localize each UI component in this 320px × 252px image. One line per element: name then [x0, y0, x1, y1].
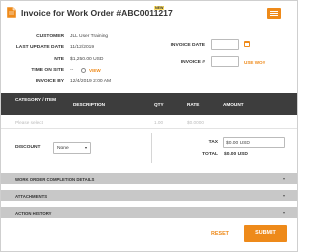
discount-select[interactable]: None — [53, 142, 91, 154]
discount-label: DISCOUNT — [15, 145, 41, 150]
nte-value: $1,250.00 USD — [70, 57, 104, 62]
chevron-down-icon — [283, 195, 285, 197]
submit-button[interactable]: SUBMIT — [244, 225, 287, 242]
tax-input[interactable]: $0.00 USD — [223, 137, 285, 148]
invoice-date-label: INVOICE DATE — [170, 43, 205, 48]
invoice-number-label: INVOICE # — [180, 60, 205, 65]
hamburger-menu-icon[interactable] — [267, 8, 281, 19]
divider — [151, 133, 152, 163]
time-on-site-value: -- — [70, 68, 74, 73]
col-description: DESCRIPTION — [73, 102, 106, 107]
invoice-dialog: Invoice for Work Order #ABC0011217 NEW C… — [0, 0, 298, 252]
col-amount: AMOUNT — [223, 102, 244, 107]
invoice-by-value: 12/4/2019 2:00 AM — [70, 79, 112, 84]
total-value: $0.00 USD — [224, 152, 248, 157]
dialog-title: Invoice for Work Order #ABC0011217 — [21, 8, 173, 18]
new-badge: NEW — [154, 6, 165, 10]
customer-value: JLL User Training — [70, 34, 109, 39]
document-icon — [7, 7, 16, 18]
view-link[interactable]: VIEW — [89, 68, 101, 73]
item-select-placeholder[interactable]: Please select — [15, 120, 43, 125]
section-label: ACTION HISTORY — [15, 211, 52, 216]
use-wo-link[interactable]: USE WO# — [244, 60, 265, 65]
calendar-icon[interactable] — [244, 41, 250, 47]
total-label: TOTAL — [202, 152, 218, 157]
col-rate: RATE — [187, 102, 200, 107]
section-label: ATTACHMENTS — [15, 194, 48, 199]
rate-placeholder[interactable]: $0.0000 — [187, 120, 204, 125]
discount-value: None — [57, 146, 69, 151]
chevron-down-icon — [283, 178, 285, 180]
last-update-value: 11/12/2019 — [70, 45, 95, 50]
invoice-date-input[interactable] — [211, 39, 239, 50]
invoice-number-input[interactable] — [211, 56, 239, 67]
qty-placeholder[interactable]: 1.00 — [154, 120, 163, 125]
clock-icon — [81, 68, 86, 73]
section-label: WORK ORDER COMPLETION DETAILS — [15, 177, 95, 182]
tax-label: TAX — [208, 140, 218, 145]
invoice-by-label: INVOICE BY — [35, 79, 64, 84]
chevron-down-icon — [85, 147, 87, 149]
nte-label: NTE — [54, 57, 64, 62]
line-items-header: CATEGORY / ITEM DESCRIPTION QTY RATE AMO… — [1, 93, 297, 115]
time-on-site-label: TIME ON SITE — [31, 68, 64, 73]
col-qty: QTY — [154, 102, 164, 107]
chevron-down-icon — [283, 212, 285, 214]
section-action-history[interactable]: ACTION HISTORY — [1, 207, 297, 219]
last-update-label: LAST UPDATE DATE — [15, 45, 64, 50]
customer-label: CUSTOMER — [36, 34, 64, 39]
reset-button[interactable]: RESET — [211, 231, 229, 237]
col-category-item: CATEGORY / ITEM — [15, 97, 57, 102]
dialog-header: Invoice for Work Order #ABC0011217 NEW — [1, 1, 297, 25]
table-row[interactable]: Please select 1.00 $0.0000 — [1, 115, 297, 129]
section-work-order-completion[interactable]: WORK ORDER COMPLETION DETAILS — [1, 173, 297, 185]
section-attachments[interactable]: ATTACHMENTS — [1, 190, 297, 202]
